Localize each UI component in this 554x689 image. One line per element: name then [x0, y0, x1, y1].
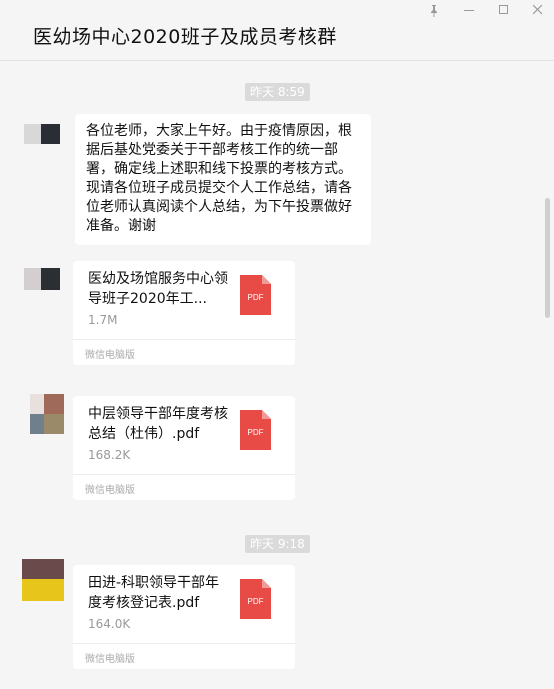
avatar[interactable] — [22, 559, 64, 601]
file-name: 医幼及场馆服务中心领导班子2020年工... — [88, 271, 228, 307]
avatar[interactable] — [30, 394, 64, 434]
pdf-icon: PDF — [240, 410, 271, 450]
file-name: 田进-科职领导干部年度考核登记表.pdf — [88, 575, 220, 611]
file-source: 微信电脑版 — [85, 485, 135, 496]
file-message[interactable]: 田进-科职领导干部年度考核登记表.pdf 164.0K PDF 微信电脑版 — [73, 565, 295, 669]
avatar[interactable] — [24, 266, 60, 302]
close-icon[interactable] — [528, 3, 548, 19]
pin-icon[interactable] — [424, 3, 444, 19]
minimize-icon[interactable] — [459, 3, 479, 19]
file-source: 微信电脑版 — [85, 350, 135, 361]
timestamp: 昨天 9:18 — [245, 535, 310, 553]
file-message[interactable]: 中层领导干部年度考核总结（杜伟）.pdf 168.2K PDF 微信电脑版 — [73, 396, 295, 500]
pdf-icon: PDF — [240, 275, 271, 315]
file-source: 微信电脑版 — [85, 654, 135, 665]
timestamp: 昨天 8:59 — [245, 83, 310, 101]
file-size: 168.2K — [88, 448, 131, 462]
pdf-label: PDF — [248, 428, 264, 437]
file-message[interactable]: 医幼及场馆服务中心领导班子2020年工... 1.7M PDF 微信电脑版 — [73, 261, 295, 365]
scrollbar[interactable] — [545, 198, 550, 318]
pdf-label: PDF — [248, 597, 264, 606]
file-size: 164.0K — [88, 617, 131, 631]
pdf-label: PDF — [248, 293, 264, 302]
message-list[interactable]: 昨天 8:59 各位老师，大家上午好。由于疫情原因，根据后基处党委关于干部考核工… — [0, 62, 554, 689]
title-bar: 医幼场中心2020班子及成员考核群 — [0, 0, 554, 61]
file-name: 中层领导干部年度考核总结（杜伟）.pdf — [88, 406, 228, 442]
text-message[interactable]: 各位老师，大家上午好。由于疫情原因，根据后基处党委关于干部考核工作的统一部署，确… — [75, 114, 371, 245]
pdf-icon: PDF — [240, 579, 271, 619]
chat-window: 医幼场中心2020班子及成员考核群 昨天 8:59 各位老师，大家上午好。由于疫… — [0, 0, 554, 689]
chat-title: 医幼场中心2020班子及成员考核群 — [33, 26, 337, 48]
maximize-icon[interactable] — [494, 3, 514, 19]
avatar[interactable] — [24, 118, 60, 154]
file-footer: 微信电脑版 — [73, 474, 295, 500]
file-footer: 微信电脑版 — [73, 339, 295, 365]
file-size: 1.7M — [88, 313, 118, 327]
file-footer: 微信电脑版 — [73, 643, 295, 669]
